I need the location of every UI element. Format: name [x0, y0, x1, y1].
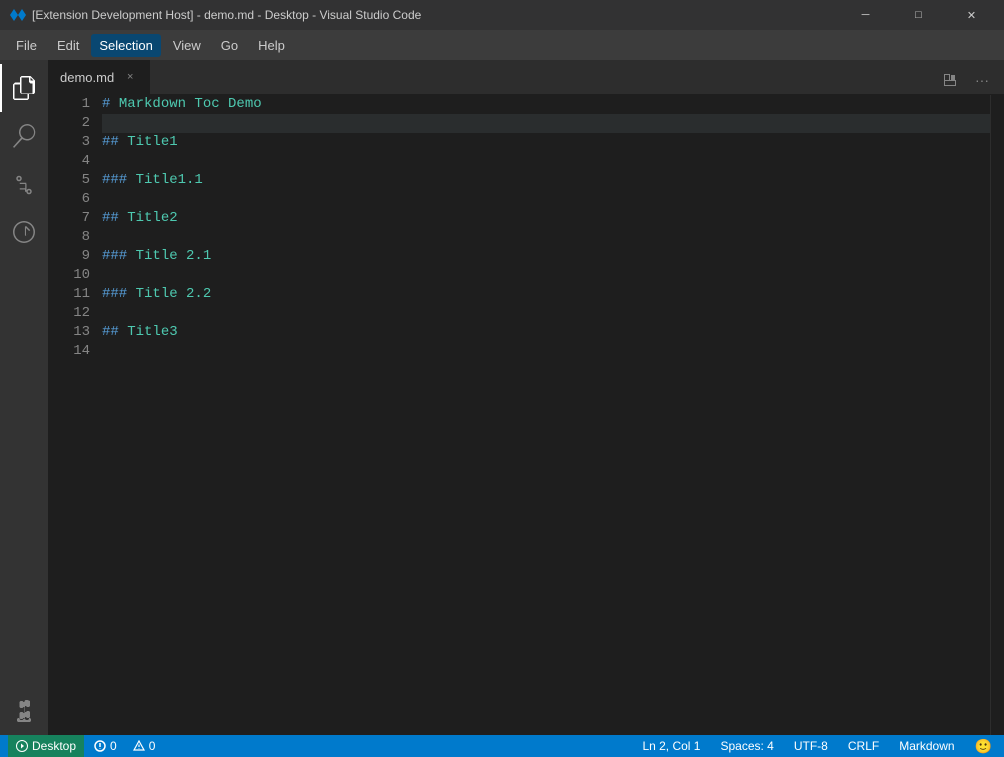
indentation[interactable]: Spaces: 4	[716, 739, 777, 753]
menu-help[interactable]: Help	[250, 34, 293, 57]
feedback-button[interactable]: 🙂	[971, 738, 996, 755]
debug-activity-icon[interactable]	[0, 208, 48, 256]
editor-content[interactable]: 1 2 3 4 5 6 7 8 9 10 11 12 13 14 # Markd…	[48, 95, 1004, 735]
code-line-8	[102, 228, 990, 247]
menu-go[interactable]: Go	[213, 34, 246, 57]
menu-file[interactable]: File	[8, 34, 45, 57]
code-editor[interactable]: # Markdown Toc Demo ## Title1 ### Title1…	[98, 95, 990, 735]
tab-filename: demo.md	[60, 70, 114, 85]
title-bar: [Extension Development Host] - demo.md -…	[0, 0, 1004, 30]
editor-tab[interactable]: demo.md ×	[48, 60, 151, 94]
explorer-activity-icon[interactable]	[0, 64, 48, 112]
code-line-14	[102, 342, 990, 361]
menu-bar: File Edit Selection View Go Help	[0, 30, 1004, 60]
status-left: 0 0	[90, 739, 159, 753]
split-editor-button[interactable]	[936, 66, 964, 94]
minimize-button[interactable]: ─	[843, 0, 888, 30]
menu-view[interactable]: View	[165, 34, 209, 57]
status-right: Ln 2, Col 1 Spaces: 4 UTF-8 CRLF Markdow…	[638, 738, 996, 755]
code-line-1: # Markdown Toc Demo	[102, 95, 990, 114]
line-ending[interactable]: CRLF	[844, 739, 883, 753]
activity-bar	[0, 60, 48, 735]
code-line-7: ## Title2	[102, 209, 990, 228]
app-icon	[10, 7, 26, 23]
error-count: 0	[110, 739, 117, 753]
close-button[interactable]: ✕	[949, 0, 994, 30]
more-actions-button[interactable]: ···	[968, 66, 996, 94]
tab-close-button[interactable]: ×	[122, 69, 138, 85]
code-line-2	[102, 114, 990, 133]
code-line-9: ### Title 2.1	[102, 247, 990, 266]
main-layout: demo.md × ··· 1 2 3 4 5	[0, 60, 1004, 735]
minimap	[990, 95, 1004, 735]
menu-selection[interactable]: Selection	[91, 34, 160, 57]
extensions-activity-icon[interactable]	[0, 687, 48, 735]
code-line-3: ## Title1	[102, 133, 990, 152]
code-line-10	[102, 266, 990, 285]
window-controls: ─ □ ✕	[843, 0, 994, 30]
warning-count: 0	[149, 739, 156, 753]
tab-bar: demo.md × ···	[48, 60, 1004, 95]
menu-edit[interactable]: Edit	[49, 34, 87, 57]
code-line-13: ## Title3	[102, 323, 990, 342]
encoding[interactable]: UTF-8	[790, 739, 832, 753]
status-bar: Desktop 0 0 Ln 2, Col 1 Spaces: 4 UTF-8 …	[0, 735, 1004, 757]
code-line-11: ### Title 2.2	[102, 285, 990, 304]
code-line-5: ### Title1.1	[102, 171, 990, 190]
editor-tab-actions: ···	[936, 66, 1004, 94]
source-control-activity-icon[interactable]	[0, 160, 48, 208]
status-warnings[interactable]: 0	[129, 739, 160, 753]
code-line-12	[102, 304, 990, 323]
remote-indicator[interactable]: Desktop	[8, 735, 84, 757]
search-activity-icon[interactable]	[0, 112, 48, 160]
title-bar-text: [Extension Development Host] - demo.md -…	[32, 8, 843, 22]
editor-area: demo.md × ··· 1 2 3 4 5	[48, 60, 1004, 735]
code-line-4	[102, 152, 990, 171]
line-numbers: 1 2 3 4 5 6 7 8 9 10 11 12 13 14	[48, 95, 98, 735]
cursor-position[interactable]: Ln 2, Col 1	[638, 739, 704, 753]
language-mode[interactable]: Markdown	[895, 739, 958, 753]
code-line-6	[102, 190, 990, 209]
maximize-button[interactable]: □	[896, 0, 941, 30]
status-errors[interactable]: 0	[90, 739, 121, 753]
